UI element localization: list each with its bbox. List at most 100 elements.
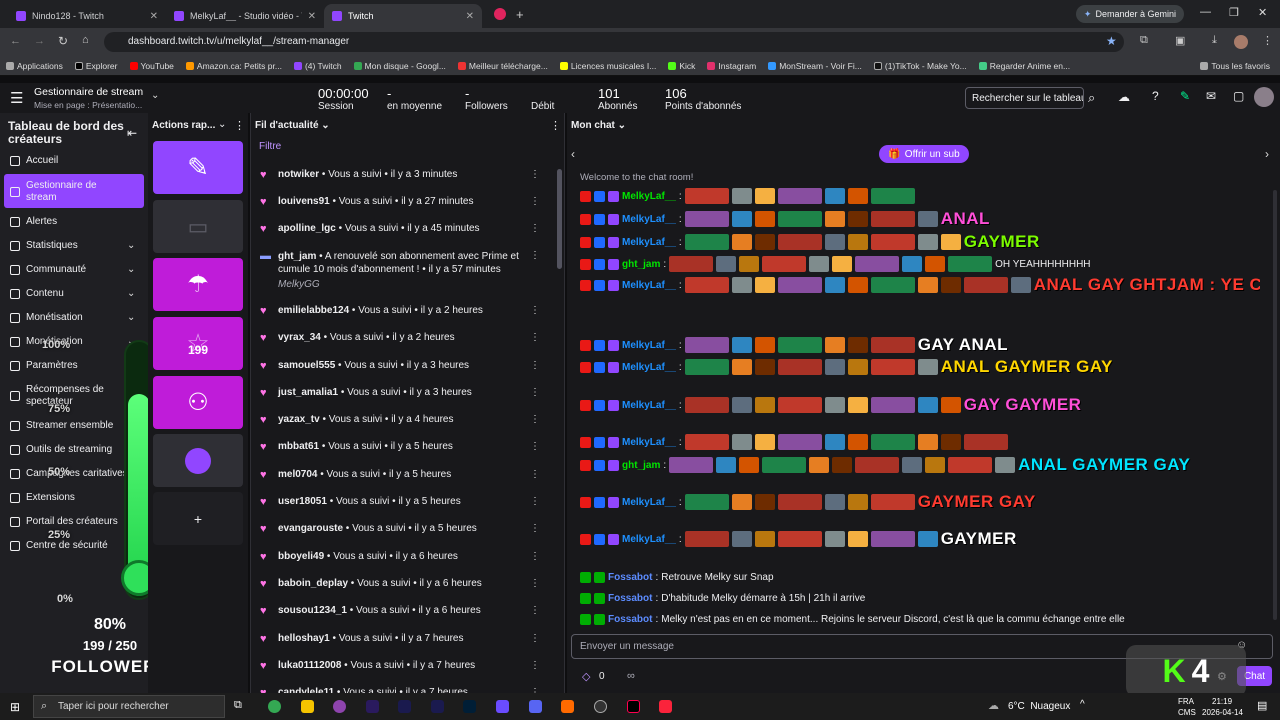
bookmark-item[interactable]: Mon disque - Googl...: [353, 61, 446, 71]
dashboard-search-input[interactable]: Rechercher sur le tableau: [965, 87, 1084, 109]
chevron-down-icon[interactable]: ⌄: [127, 240, 135, 251]
chat-bot-button[interactable]: [153, 434, 243, 487]
all-bookmarks[interactable]: Tous les favoris: [1200, 61, 1270, 71]
chevron-down-icon[interactable]: ⌄: [218, 119, 226, 130]
search-icon[interactable]: ⌕: [1088, 90, 1095, 106]
rewards-button[interactable]: ☆ 199: [153, 317, 243, 370]
more-options-icon[interactable]: ⋮: [530, 578, 540, 589]
tray-chevron-icon[interactable]: ^: [1080, 699, 1085, 710]
inbox-icon[interactable]: ✉: [1206, 89, 1216, 103]
clock-date[interactable]: 2026-04-14: [1202, 708, 1243, 717]
chevron-down-icon[interactable]: ⌄: [127, 312, 135, 323]
sidebar-item-streaming-tools[interactable]: Outils de streaming: [10, 444, 112, 455]
more-options-icon[interactable]: ⋮: [530, 414, 540, 425]
edit-stream-info-button[interactable]: ✎: [153, 141, 243, 194]
chat-message[interactable]: MelkyLaf__: GAY ANAL: [580, 337, 1260, 353]
sidebar-item-safety[interactable]: Centre de sécurité: [10, 540, 108, 551]
explorer-taskbar-icon[interactable]: [301, 700, 314, 713]
gemini-button[interactable]: ✦ Demander à Gemini: [1075, 5, 1184, 23]
chevron-down-icon[interactable]: ⌄: [151, 90, 159, 101]
chat-username[interactable]: MelkyLaf__: [622, 280, 676, 291]
feed-item[interactable]: ♥ vyrax_34 • Vous a suivi • il y a 2 heur…: [260, 332, 550, 344]
tiktok-taskbar-icon[interactable]: [627, 700, 640, 713]
feed-scrollbar[interactable]: [557, 169, 562, 269]
task-view-icon[interactable]: ⧉: [234, 699, 242, 712]
more-options-icon[interactable]: ⋮: [530, 523, 540, 534]
chat-message[interactable]: MelkyLaf__: ANAL GAYMER GAY: [580, 359, 1260, 375]
more-options-icon[interactable]: ⋮: [530, 441, 540, 452]
bookmark-item[interactable]: Explorer: [74, 61, 118, 71]
chat-username[interactable]: MelkyLaf__: [622, 437, 676, 448]
browser-tab-active[interactable]: Twitch ✕: [324, 4, 482, 28]
more-options-icon[interactable]: ⋮: [530, 332, 540, 343]
more-options-icon[interactable]: ⋮: [530, 250, 540, 261]
feed-item[interactable]: ♥ evangarouste • Vous a suivi • il y a 5 …: [260, 523, 550, 535]
chat-message[interactable]: MelkyLaf__: GAYMER: [580, 531, 1260, 547]
chat-username[interactable]: MelkyLaf__: [622, 497, 676, 508]
bookmark-star-icon[interactable]: ★: [1106, 34, 1117, 48]
feed-item[interactable]: ♥ sousou1234_1 • Vous a suivi • il y a 6 …: [260, 605, 550, 617]
bookmark-item[interactable]: YouTube: [129, 61, 174, 71]
sidebar-item-stream-manager[interactable]: Gestionnaire de stream: [10, 180, 120, 204]
chat-message[interactable]: ght_jam: ANAL GAYMER GAY: [580, 457, 1260, 473]
chevron-down-icon[interactable]: ⌄: [127, 288, 135, 299]
chat-username[interactable]: MelkyLaf__: [622, 191, 676, 202]
sidebar-item-statistics[interactable]: Statistiques: [10, 240, 78, 251]
sidebar-item-stream-together[interactable]: Streamer ensemble: [10, 420, 113, 431]
bookmark-item[interactable]: Regarder Anime en...: [978, 61, 1070, 71]
browser-tab[interactable]: Nindo128 - Twitch ✕: [8, 4, 166, 28]
messages-icon[interactable]: ▢: [1233, 89, 1244, 103]
chat-scrollbar[interactable]: [1273, 190, 1277, 620]
photoshop-taskbar-icon[interactable]: [463, 700, 476, 713]
page-title-block[interactable]: Gestionnaire de stream Mise en page : Pr…: [34, 86, 143, 110]
cloud-icon[interactable]: ☁: [1118, 90, 1130, 104]
reload-icon[interactable]: ↻: [58, 34, 68, 48]
feed-item[interactable]: ♥ emilielabbe124 • Vous a suivi • il y a …: [260, 305, 550, 317]
bookmark-item[interactable]: (1)TikTok - Make Yo...: [873, 61, 967, 71]
channel-points-icon[interactable]: ◇: [582, 670, 590, 683]
premiere-taskbar-icon[interactable]: [366, 700, 379, 713]
more-options-icon[interactable]: ⋮: [530, 496, 540, 507]
lang-indicator[interactable]: FRA: [1178, 697, 1194, 706]
feed-title[interactable]: Fil d'actualité ⌄: [255, 120, 330, 131]
chat-message[interactable]: MelkyLaf__: ANAL: [580, 211, 1260, 227]
chrome-taskbar-icon[interactable]: [268, 700, 281, 713]
download-icon[interactable]: ⤓: [1212, 34, 1217, 47]
minimize-icon[interactable]: —: [1200, 6, 1211, 18]
chat-username[interactable]: MelkyLaf__: [622, 214, 676, 225]
collapse-sidebar-icon[interactable]: ⇤: [127, 126, 137, 140]
chat-username[interactable]: MelkyLaf__: [622, 400, 676, 411]
bot-chat-message[interactable]: Fossabot: Retrouve Melky sur Snap: [580, 569, 774, 585]
obs-taskbar-icon[interactable]: [594, 700, 607, 713]
chat-message[interactable]: MelkyLaf__:: [580, 188, 1260, 204]
sidebar-item-content[interactable]: Contenu: [10, 288, 64, 299]
feed-item[interactable]: ♥ luka01112008 • Vous a suivi • il y a 7 …: [260, 660, 550, 672]
user-avatar[interactable]: [1254, 87, 1274, 107]
feed-item[interactable]: ♥ helloshay1 • Vous a suivi • il y a 7 he…: [260, 633, 550, 645]
bookmark-item[interactable]: MonStream - Voir Fi...: [768, 61, 862, 71]
back-icon[interactable]: ←: [10, 35, 21, 47]
more-options-icon[interactable]: ⋮: [530, 469, 540, 480]
bot-chat-message[interactable]: Fossabot: D'habitude Melky démarre à 15h …: [580, 590, 865, 606]
more-options-icon[interactable]: ⋮: [530, 551, 540, 562]
sidepanel-icon[interactable]: ▣: [1175, 34, 1185, 47]
hamburger-menu-icon[interactable]: ☰: [10, 89, 23, 107]
chat-username[interactable]: MelkyLaf__: [622, 237, 676, 248]
feed-item[interactable]: ♥ user18051 • Vous a suivi • il y a 5 heu…: [260, 496, 550, 508]
after-effects-taskbar-icon[interactable]: [398, 700, 411, 713]
add-quick-action-button[interactable]: +: [153, 492, 243, 545]
windows-start-icon[interactable]: ⊞: [10, 700, 20, 714]
sidebar-item-home[interactable]: Accueil: [10, 155, 58, 166]
chat-username[interactable]: ght_jam: [622, 460, 660, 471]
sidebar-item-creator-portal[interactable]: Portail des créateurs: [10, 516, 118, 527]
activity-icon[interactable]: ✎: [1180, 89, 1190, 103]
feed-item[interactable]: ♥ apolline_lgc • Vous a suivi • il y a 45…: [260, 223, 550, 235]
bot-chat-message[interactable]: Fossabot: Melky n'est pas en en ce moment…: [580, 611, 1125, 627]
feed-item[interactable]: ♥ samouel555 • Vous a suivi • il y a 3 he…: [260, 360, 550, 372]
chat-username[interactable]: MelkyLaf__: [622, 534, 676, 545]
new-tab-icon[interactable]: +: [516, 7, 524, 22]
bookmark-item[interactable]: Applications: [6, 61, 63, 71]
bookmark-item[interactable]: Licences musicales I...: [559, 61, 656, 71]
shield-taskbar-icon[interactable]: [529, 700, 542, 713]
sidebar-item-community[interactable]: Communauté: [10, 264, 86, 275]
